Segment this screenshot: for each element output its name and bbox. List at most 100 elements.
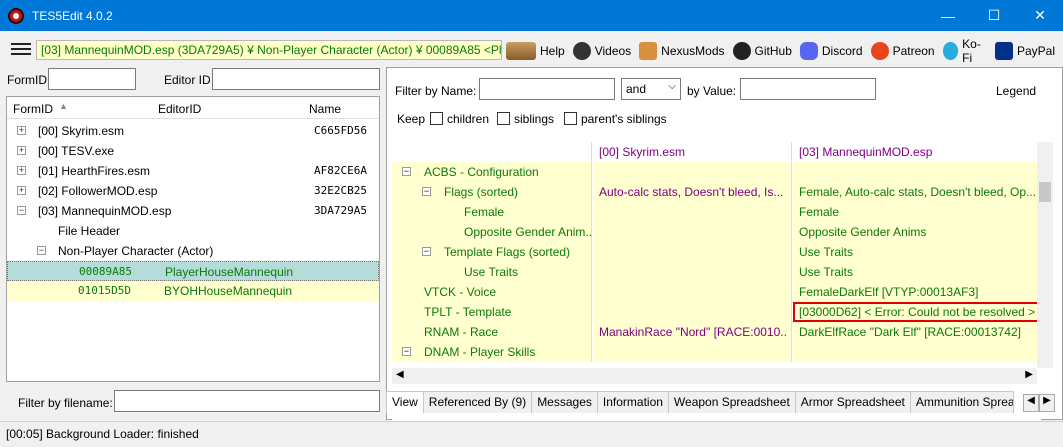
grid-row[interactable]: RNAM - Race ManakinRace "Nord" [RACE:0010…	[392, 322, 1041, 342]
grid-cell-mannequinmod: Opposite Gender Anims	[799, 225, 927, 239]
keep-siblings-label: siblings	[514, 112, 555, 126]
tree-record-selected[interactable]: 00089A85 PlayerHouseMannequin	[7, 261, 379, 281]
grid-row[interactable]: − Template Flags (sorted) Use Traits	[392, 242, 1041, 262]
grid-row-label: Opposite Gender Anim...	[464, 225, 596, 239]
menu-icon[interactable]	[11, 40, 31, 58]
filter-filename-input[interactable]	[114, 390, 380, 412]
grid-row[interactable]: Female Female	[392, 202, 1041, 222]
collapse-icon[interactable]: −	[37, 246, 46, 255]
filter-filename-label: Filter by filename:	[18, 396, 113, 410]
tree-item[interactable]: − [03] MannequinMOD.esp 3DA729A5	[7, 201, 379, 221]
nexus-icon	[639, 42, 658, 60]
maximize-button[interactable]: ☐	[971, 0, 1017, 31]
grid-row[interactable]: TPLT - Template [03000D62] < Error: Could…	[392, 302, 1041, 322]
tab-messages[interactable]: Messages	[531, 391, 598, 413]
collapse-icon[interactable]: −	[422, 247, 431, 256]
scroll-right-icon[interactable]: ▶	[1025, 369, 1033, 380]
paypal-link[interactable]: PayPal	[994, 42, 1055, 60]
collapse-icon[interactable]: −	[422, 187, 431, 196]
tab-armor-spreadsheet[interactable]: Armor Spreadsheet	[794, 391, 911, 413]
discord-link[interactable]: Discord	[799, 42, 863, 60]
tree-item-label: Non-Player Character (Actor)	[58, 244, 214, 258]
col-formid[interactable]: FormID	[13, 102, 53, 116]
tree-item[interactable]: − Non-Player Character (Actor)	[7, 241, 379, 261]
grid-row[interactable]: Use Traits Use Traits	[392, 262, 1041, 282]
record-formid: 01015D5D	[78, 284, 131, 297]
grid-cell-mannequinmod: FemaleDarkElf [VTYP:00013AF3]	[799, 285, 979, 299]
nexusmods-link[interactable]: NexusMods	[639, 42, 725, 60]
legend-button[interactable]: Legend	[996, 84, 1036, 98]
grid-row-label: ACBS - Configuration	[424, 165, 539, 179]
expand-icon[interactable]: +	[17, 146, 26, 155]
tab-view[interactable]: View	[386, 391, 424, 413]
tab-information[interactable]: Information	[596, 391, 669, 413]
operator-select[interactable]: and ⌵	[621, 78, 681, 100]
keep-children-checkbox[interactable]: children	[430, 112, 489, 126]
editorid-input[interactable]	[212, 68, 380, 90]
tab-ammunition-spreadsheet[interactable]: Ammunition Spreadsheet	[909, 391, 1014, 413]
collapse-icon[interactable]: −	[17, 206, 26, 215]
tree-item[interactable]: + [02] FollowerMOD.esp 32E2CB25	[7, 181, 379, 201]
tab-scroll-right-icon[interactable]: ▶	[1039, 394, 1055, 412]
by-value-input[interactable]	[740, 78, 876, 100]
keep-parents-label: parent's siblings	[581, 112, 667, 126]
nexusmods-link-label: NexusMods	[661, 44, 725, 58]
github-link[interactable]: GitHub	[732, 42, 792, 60]
tree-item-label: File Header	[58, 224, 121, 238]
grid-row-label: VTCK - Voice	[424, 285, 497, 299]
record-tree[interactable]: FormID ▲ EditorID Name + [00] Skyrim.esm…	[6, 96, 380, 382]
expand-icon[interactable]: +	[17, 126, 26, 135]
tree-record[interactable]: 01015D5D BYOHHouseMannequin	[7, 281, 379, 301]
keep-children-label: children	[447, 112, 490, 126]
tab-scroll: ◀ ▶	[1023, 394, 1057, 412]
tree-item-label: [03] MannequinMOD.esp	[38, 204, 172, 218]
grid-cell-mannequinmod: Female, Auto-calc stats, Doesn't bleed, …	[799, 185, 1037, 199]
grid-header: [00] Skyrim.esm [03] MannequinMOD.esp	[392, 142, 1041, 162]
grid-vscrollbar[interactable]	[1037, 142, 1053, 368]
tab-referenced-by[interactable]: Referenced By (9)	[422, 391, 533, 413]
kofi-link[interactable]: Ko-Fi	[942, 37, 987, 65]
tree-item[interactable]: + [01] HearthFires.esm AF82CE6A	[7, 161, 379, 181]
grid-row[interactable]: − Flags (sorted) Auto-calc stats, Doesn't …	[392, 182, 1041, 202]
grid-hscrollbar[interactable]: ◀ ▶	[392, 368, 1037, 384]
github-icon	[732, 42, 751, 60]
checkbox-icon	[430, 112, 443, 125]
grid-row[interactable]: VTCK - Voice FemaleDarkElf [VTYP:00013AF3…	[392, 282, 1041, 302]
videos-link[interactable]: Videos	[572, 42, 632, 60]
help-link[interactable]: Help	[506, 42, 565, 60]
scroll-thumb[interactable]	[1039, 182, 1051, 202]
grid-row-label: RNAM - Race	[424, 325, 499, 339]
tree-item[interactable]: + [00] Skyrim.esm C665FD56	[7, 121, 379, 141]
col-name[interactable]: Name	[309, 102, 341, 116]
tree-item[interactable]: + [00] TESV.exe	[7, 141, 379, 161]
grid-col-skyrim: [00] Skyrim.esm	[599, 145, 686, 159]
collapse-icon[interactable]: −	[402, 347, 411, 356]
filter-name-input[interactable]	[479, 78, 615, 100]
grid-row[interactable]: − DNAM - Player Skills	[392, 342, 1041, 362]
videos-link-label: Videos	[594, 44, 632, 58]
minimize-button[interactable]: —	[925, 0, 971, 31]
grid-cell-mannequinmod: Female	[799, 205, 840, 219]
keep-siblings-checkbox[interactable]: siblings	[497, 112, 554, 126]
collapse-icon[interactable]: −	[402, 167, 411, 176]
tree-item[interactable]: File Header	[7, 221, 379, 241]
checkbox-icon	[564, 112, 577, 125]
title-bar: TES5Edit 4.0.2 — ☐ ✕	[0, 0, 1063, 31]
expand-icon[interactable]: +	[17, 186, 26, 195]
keep-parents-checkbox[interactable]: parent's siblings	[564, 112, 667, 126]
expand-icon[interactable]: +	[17, 166, 26, 175]
patreon-icon	[870, 42, 889, 60]
scroll-left-icon[interactable]: ◀	[396, 369, 404, 380]
close-button[interactable]: ✕	[1017, 0, 1063, 31]
tab-weapon-spreadsheet[interactable]: Weapon Spreadsheet	[667, 391, 796, 413]
tab-scroll-left-icon[interactable]: ◀	[1023, 394, 1039, 412]
grid-row[interactable]: Opposite Gender Anim... Opposite Gender A…	[392, 222, 1041, 242]
grid-row-label: DNAM - Player Skills	[424, 345, 536, 359]
tree-item-label: [00] Skyrim.esm	[38, 124, 125, 138]
patreon-link-label: Patreon	[892, 44, 935, 58]
patreon-link[interactable]: Patreon	[870, 42, 935, 60]
grid-row[interactable]: − ACBS - Configuration	[392, 162, 1041, 182]
col-editorid[interactable]: EditorID	[158, 102, 201, 116]
formid-input[interactable]	[48, 68, 136, 90]
paypal-icon	[994, 42, 1013, 60]
